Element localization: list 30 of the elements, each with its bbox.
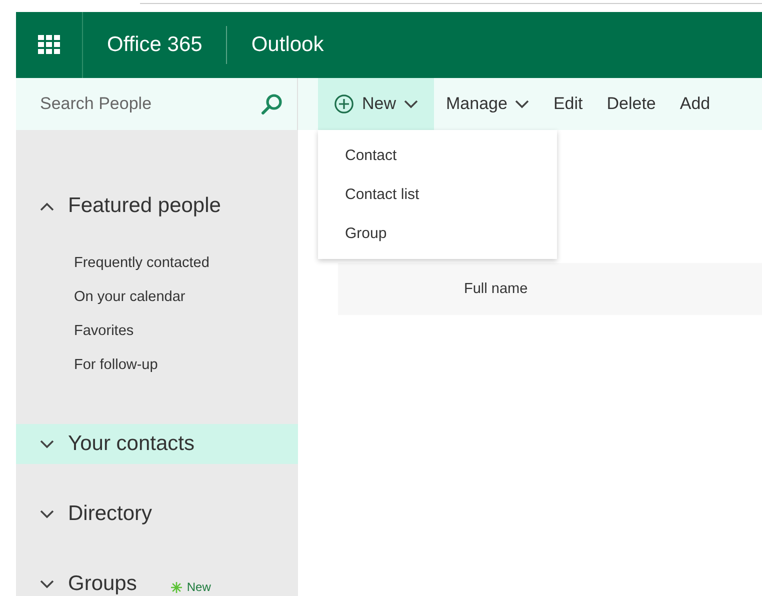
waffle-icon	[38, 35, 60, 55]
search-icon	[261, 93, 283, 115]
chevron-down-icon	[40, 580, 54, 588]
new-button[interactable]: New	[318, 78, 434, 130]
chevron-down-icon	[404, 100, 418, 108]
nav-item[interactable]: For follow-up	[16, 348, 298, 382]
nav-item[interactable]: On your calendar	[16, 280, 298, 314]
nav-section-header[interactable]: Directory	[16, 494, 298, 534]
menu-item[interactable]: Group	[318, 214, 557, 253]
toolbar-button[interactable]: Add	[668, 78, 722, 130]
plus-circle-icon	[334, 94, 354, 114]
column-header[interactable]: Full name	[464, 281, 528, 297]
nav-item[interactable]: Favorites	[16, 314, 298, 348]
nav-section-header[interactable]: Featured people	[16, 186, 298, 226]
search-field[interactable]: Search People	[38, 93, 242, 115]
suite-title[interactable]: Office 365	[83, 12, 226, 78]
chevron-up-icon	[40, 202, 54, 210]
menu-item[interactable]: Contact list	[318, 175, 557, 214]
chevron-down-icon	[40, 440, 54, 448]
new-badge: New	[170, 580, 211, 594]
nav-section-header[interactable]: Your contacts	[16, 424, 298, 464]
nav-item[interactable]: Frequently contacted	[16, 246, 298, 280]
chevron-down-icon	[515, 100, 530, 108]
menu-item[interactable]: Contact	[318, 136, 557, 175]
toolbar-button[interactable]: Delete	[594, 78, 668, 130]
nav-section-header[interactable]: Groups New	[16, 564, 298, 596]
toolbar-button[interactable]: Edit	[541, 78, 595, 130]
toolbar-menu-button[interactable]: Manage	[434, 78, 542, 130]
chevron-down-icon	[40, 510, 54, 518]
app-title[interactable]: Outlook	[227, 12, 348, 78]
